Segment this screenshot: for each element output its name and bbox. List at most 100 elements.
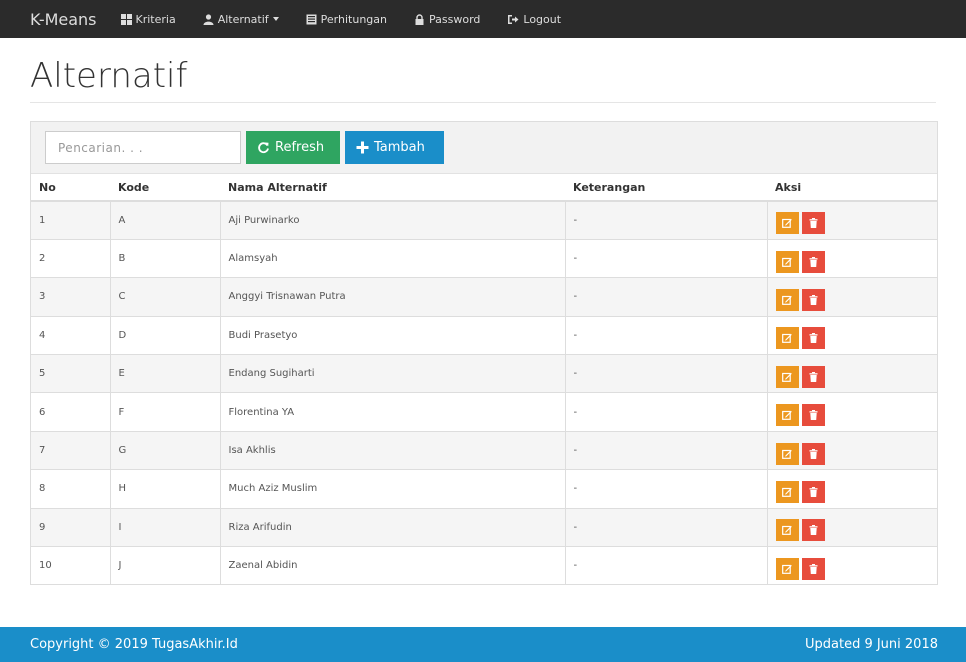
brand-link[interactable]: K-Means bbox=[30, 10, 97, 29]
cell-no: 4 bbox=[31, 315, 110, 355]
nav-kriteria-label: Kriteria bbox=[135, 12, 176, 26]
cell-kode: C bbox=[109, 277, 220, 317]
delete-button[interactable] bbox=[801, 519, 825, 542]
cell-keterangan: - bbox=[564, 392, 767, 432]
refresh-label: Refresh bbox=[275, 140, 325, 155]
cell-nama: Much Aziz Muslim bbox=[219, 469, 565, 509]
trash-icon bbox=[809, 563, 817, 574]
cell-nama: Isa Akhlis bbox=[219, 430, 565, 470]
cell-kode: H bbox=[109, 469, 220, 509]
grid-icon bbox=[120, 13, 132, 25]
edit-button[interactable] bbox=[775, 557, 799, 580]
lock-icon bbox=[414, 13, 425, 25]
cell-no: 8 bbox=[31, 469, 110, 509]
page-title: Alternatif bbox=[30, 56, 188, 96]
trash-icon bbox=[809, 333, 817, 344]
edit-button[interactable] bbox=[775, 212, 799, 235]
nav-logout[interactable]: Logout bbox=[507, 13, 561, 26]
trash-icon bbox=[809, 218, 817, 229]
delete-button[interactable] bbox=[801, 250, 825, 273]
edit-button[interactable] bbox=[775, 327, 799, 350]
edit-button[interactable] bbox=[775, 250, 799, 273]
cell-keterangan: - bbox=[564, 354, 767, 393]
cell-aksi bbox=[766, 354, 937, 393]
nav-password[interactable]: Password bbox=[414, 13, 480, 26]
cell-aksi bbox=[766, 546, 937, 585]
cell-aksi bbox=[766, 430, 937, 470]
table-row: 8 H Much Aziz Muslim - bbox=[31, 469, 937, 509]
table-row: 7 G Isa Akhlis - bbox=[31, 430, 937, 470]
nav-kriteria[interactable]: Kriteria bbox=[120, 12, 176, 26]
header-kode: Kode bbox=[110, 174, 220, 202]
delete-button[interactable] bbox=[801, 557, 825, 580]
edit-icon bbox=[782, 449, 792, 459]
cell-nama: Aji Purwinarko bbox=[219, 200, 565, 240]
edit-button[interactable] bbox=[775, 519, 799, 542]
edit-button[interactable] bbox=[775, 365, 799, 388]
delete-button[interactable] bbox=[801, 365, 825, 388]
edit-icon bbox=[782, 564, 792, 574]
calculator-icon bbox=[306, 14, 317, 25]
cell-aksi bbox=[766, 200, 937, 240]
edit-icon bbox=[782, 257, 792, 267]
plus-icon bbox=[356, 141, 369, 154]
chevron-down-icon bbox=[272, 17, 279, 21]
edit-button[interactable] bbox=[775, 404, 799, 427]
edit-icon bbox=[782, 219, 792, 229]
table-row: 1 A Aji Purwinarko - bbox=[31, 200, 937, 240]
trash-icon bbox=[809, 486, 817, 497]
table-row: 2 B Alamsyah - bbox=[31, 238, 937, 278]
delete-button[interactable] bbox=[801, 480, 825, 503]
cell-nama: Florentina YA bbox=[219, 392, 565, 432]
cell-no: 10 bbox=[31, 546, 110, 585]
cell-aksi bbox=[766, 277, 937, 317]
search-input[interactable]: Pencarian. . . bbox=[45, 131, 241, 164]
add-button[interactable]: Tambah bbox=[345, 131, 444, 164]
cell-no: 5 bbox=[31, 354, 110, 393]
edit-button[interactable] bbox=[775, 480, 799, 503]
cell-nama: Zaenal Abidin bbox=[219, 546, 565, 585]
cell-no: 7 bbox=[31, 430, 110, 470]
edit-icon bbox=[782, 334, 792, 344]
cell-keterangan: - bbox=[564, 507, 767, 547]
edit-icon bbox=[782, 372, 792, 382]
trash-icon bbox=[809, 410, 817, 421]
trash-icon bbox=[809, 371, 817, 382]
nav-perhitungan[interactable]: Perhitungan bbox=[306, 13, 387, 26]
cell-keterangan: - bbox=[564, 238, 767, 278]
edit-button[interactable] bbox=[775, 288, 799, 311]
cell-aksi bbox=[766, 507, 937, 547]
panel-toolbar: Pencarian. . . Refresh Tambah bbox=[31, 122, 937, 174]
refresh-button[interactable]: Refresh bbox=[246, 131, 340, 164]
cell-aksi bbox=[766, 238, 937, 278]
edit-button[interactable] bbox=[775, 442, 799, 465]
nav-alternatif[interactable]: Alternatif bbox=[203, 13, 279, 26]
trash-icon bbox=[809, 525, 817, 536]
edit-icon bbox=[782, 526, 792, 536]
add-label: Tambah bbox=[374, 140, 425, 155]
cell-kode: B bbox=[109, 238, 220, 278]
delete-button[interactable] bbox=[801, 442, 825, 465]
cell-nama: Alamsyah bbox=[219, 238, 565, 278]
cell-no: 9 bbox=[31, 507, 110, 547]
delete-button[interactable] bbox=[801, 327, 825, 350]
trash-icon bbox=[809, 256, 817, 267]
cell-aksi bbox=[766, 469, 937, 509]
nav-perhitungan-label: Perhitungan bbox=[320, 12, 387, 26]
cell-nama: Budi Prasetyo bbox=[219, 315, 565, 355]
cell-nama: Riza Arifudin bbox=[219, 507, 565, 547]
table-row: 4 D Budi Prasetyo - bbox=[31, 315, 937, 355]
cell-kode: G bbox=[109, 430, 220, 470]
delete-button[interactable] bbox=[801, 212, 825, 235]
table-row: 10 J Zaenal Abidin - bbox=[31, 546, 937, 585]
refresh-icon bbox=[257, 141, 270, 154]
delete-button[interactable] bbox=[801, 404, 825, 427]
header-nama: Nama Alternatif bbox=[220, 174, 565, 202]
cell-nama: Endang Sugiharti bbox=[219, 354, 565, 393]
nav-logout-label: Logout bbox=[523, 12, 562, 26]
cell-no: 1 bbox=[31, 200, 110, 240]
cell-aksi bbox=[766, 315, 937, 355]
cell-keterangan: - bbox=[564, 200, 767, 240]
footer: Copyright © 2019 TugasAkhir.Id Updated 9… bbox=[0, 627, 966, 662]
delete-button[interactable] bbox=[801, 288, 825, 311]
